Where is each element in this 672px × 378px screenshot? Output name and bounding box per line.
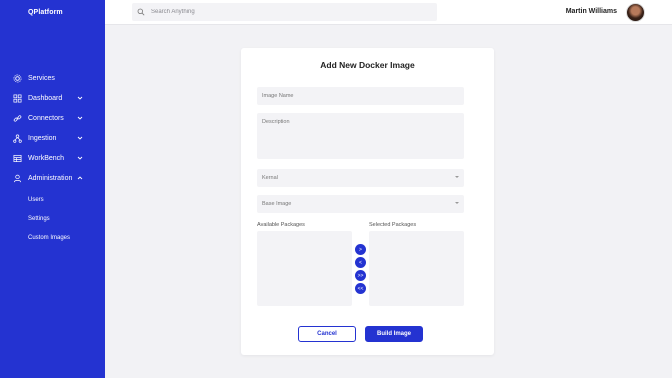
sidebar-nav: Services Dashboard Connectors Ingestion … [0,68,105,247]
sidebar-item-services[interactable]: Services [0,68,105,88]
base-image-select[interactable]: Base Image [257,195,464,213]
move-all-left-button[interactable]: << [355,283,366,294]
sidebar-item-workbench[interactable]: WorkBench [0,148,105,168]
topbar: Martin Williams [105,0,672,25]
move-right-button[interactable]: > [355,244,366,255]
selected-packages-label: Selected Packages [369,222,417,228]
caret-down-icon [455,176,459,178]
sidebar-item-administration[interactable]: Administration [0,168,105,188]
grid-icon [12,93,22,103]
sidebar-item-label: Services [28,74,55,82]
sidebar-item-label: Ingestion [28,134,57,142]
search-bar[interactable] [132,3,437,21]
available-packages-list[interactable] [257,231,352,306]
sidebar-subitem-settings[interactable]: Settings [0,209,105,228]
sidebar-item-label: Connectors [28,114,64,122]
sidebar-subitem-custom-images[interactable]: Custom Images [0,228,105,247]
user-name[interactable]: Martin Williams [566,8,617,15]
chevron-down-icon[interactable] [76,134,84,142]
cancel-button[interactable]: Cancel [298,326,356,342]
image-name-input[interactable] [257,87,464,105]
kernal-select[interactable]: Kernal [257,169,464,187]
move-all-right-button[interactable]: >> [355,270,366,281]
link-icon [12,113,22,123]
gear-icon [12,73,22,83]
base-image-select-label: Base Image [262,201,292,207]
sidebar-subitem-users[interactable]: Users [0,190,105,209]
chevron-down-icon[interactable] [76,94,84,102]
user-icon [12,173,22,183]
hierarchy-icon [12,133,22,143]
sidebar-item-label: Administration [28,174,73,182]
caret-down-icon [455,202,459,204]
administration-subnav: Users Settings Custom Images [0,190,105,247]
search-input[interactable] [151,9,431,15]
sidebar-item-label: WorkBench [28,154,65,162]
table-icon [12,153,22,163]
description-textarea[interactable] [257,113,464,159]
chevron-up-icon[interactable] [76,174,84,182]
chevron-down-icon[interactable] [76,154,84,162]
chevron-down-icon[interactable] [76,114,84,122]
move-left-button[interactable]: < [355,257,366,268]
avatar[interactable] [626,3,645,22]
brand-logo[interactable]: QPlatform [28,9,63,16]
kernal-select-label: Kernal [262,175,278,181]
sidebar-item-connectors[interactable]: Connectors [0,108,105,128]
build-image-button[interactable]: Build Image [365,326,423,342]
sidebar-item-dashboard[interactable]: Dashboard [0,88,105,108]
available-packages-label: Available Packages [257,222,305,228]
selected-packages-list[interactable] [369,231,464,306]
sidebar: QPlatform Services Dashboard Connectors [0,0,105,378]
sidebar-item-label: Dashboard [28,94,63,102]
sidebar-item-ingestion[interactable]: Ingestion [0,128,105,148]
add-docker-image-card: Add New Docker Image Kernal Base Image A… [241,48,494,355]
page-title: Add New Docker Image [320,60,415,70]
search-icon [137,8,145,16]
